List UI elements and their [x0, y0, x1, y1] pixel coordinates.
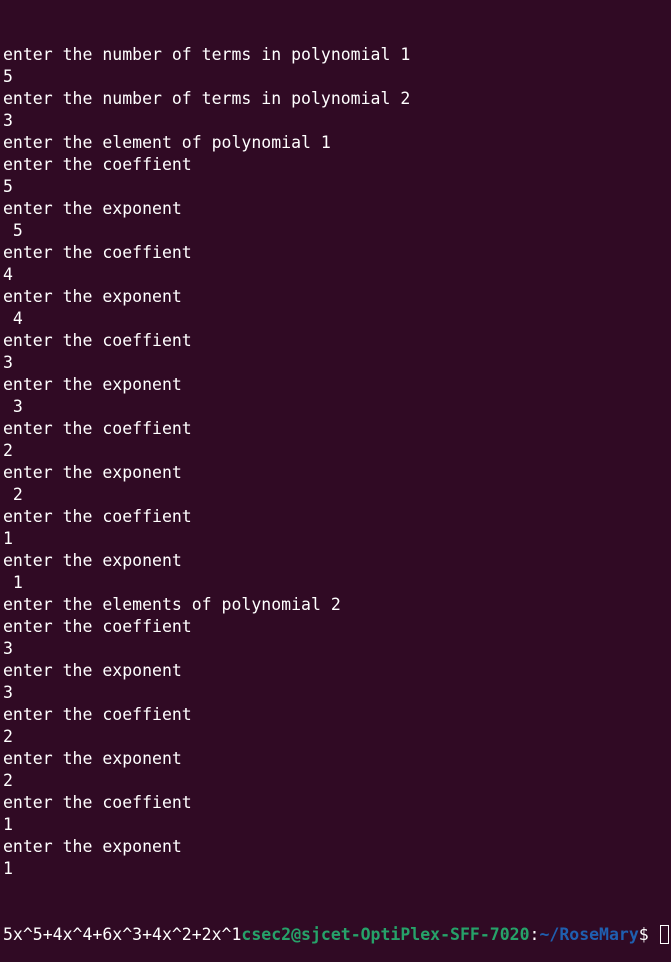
terminal-output: enter the number of terms in polynomial …	[3, 44, 671, 880]
terminal-line: enter the coeffient	[3, 155, 192, 174]
polynomial-result: 5x^5+4x^4+6x^3+4x^2+2x^1	[3, 925, 242, 944]
prompt-line[interactable]: 5x^5+4x^4+6x^3+4x^2+2x^1csec2@sjcet-Opti…	[3, 924, 671, 946]
terminal-line: enter the coeffient	[3, 793, 192, 812]
terminal-line: enter the exponent	[3, 551, 182, 570]
terminal-line: enter the number of terms in polynomial …	[3, 45, 411, 64]
terminal-line: 2	[3, 771, 13, 790]
terminal-line: 1	[3, 815, 13, 834]
terminal-line: enter the exponent	[3, 375, 182, 394]
terminal-line: 5	[3, 221, 23, 240]
terminal-line: 4	[3, 309, 23, 328]
terminal-line: 1	[3, 859, 13, 878]
terminal-line: enter the coeffient	[3, 419, 192, 438]
terminal-line: 4	[3, 265, 13, 284]
terminal-line: enter the number of terms in polynomial …	[3, 89, 411, 108]
terminal-line: 2	[3, 441, 13, 460]
prompt-symbol: $	[638, 925, 659, 944]
terminal-line: enter the element of polynomial 1	[3, 133, 331, 152]
terminal-line: 2	[3, 485, 23, 504]
terminal-line: enter the exponent	[3, 199, 182, 218]
terminal-line: enter the exponent	[3, 837, 182, 856]
prompt-user-host: csec2@sjcet-OptiPlex-SFF-7020	[241, 925, 530, 944]
prompt-separator: :	[529, 925, 540, 944]
prompt-path: ~/RoseMary	[539, 925, 639, 944]
terminal-line: 1	[3, 529, 13, 548]
terminal-line: enter the coeffient	[3, 507, 192, 526]
terminal-line: 3	[3, 397, 23, 416]
terminal-line: enter the coeffient	[3, 243, 192, 262]
terminal-line: enter the exponent	[3, 661, 182, 680]
terminal-line: 3	[3, 639, 13, 658]
terminal-line: 3	[3, 353, 13, 372]
terminal-line: enter the exponent	[3, 463, 182, 482]
terminal-line: 5	[3, 177, 13, 196]
terminal-line: enter the coeffient	[3, 617, 192, 636]
terminal-line: 2	[3, 727, 13, 746]
terminal-line: enter the coeffient	[3, 331, 192, 350]
terminal-line: enter the exponent	[3, 749, 182, 768]
text-cursor[interactable]	[659, 925, 669, 944]
terminal-line: 5	[3, 67, 13, 86]
terminal-line: enter the elements of polynomial 2	[3, 595, 341, 614]
terminal-line: enter the coeffient	[3, 705, 192, 724]
terminal-line: 1	[3, 573, 23, 592]
terminal-line: 3	[3, 683, 13, 702]
terminal-window[interactable]: enter the number of terms in polynomial …	[0, 0, 671, 962]
terminal-line: 3	[3, 111, 13, 130]
terminal-line: enter the exponent	[3, 287, 182, 306]
